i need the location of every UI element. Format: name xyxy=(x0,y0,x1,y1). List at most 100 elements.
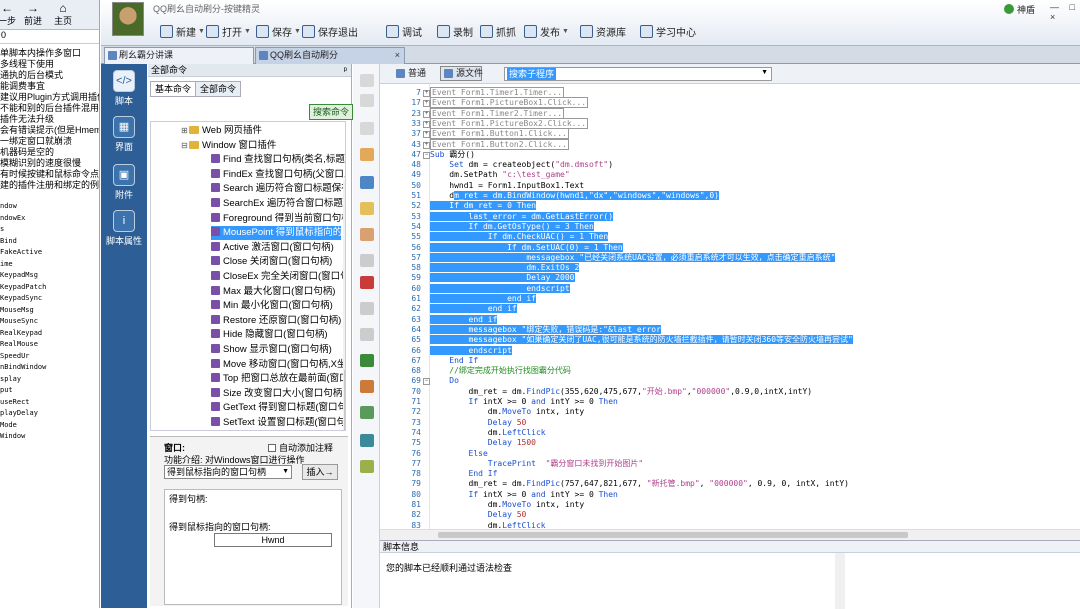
code-line[interactable]: End If xyxy=(430,469,498,479)
code-line[interactable]: dm.MoveTo intx, inty xyxy=(430,500,584,510)
publish-button[interactable]: 发布 ▼ xyxy=(524,22,569,40)
strip-tool-icon[interactable] xyxy=(360,302,374,315)
tree-command-item[interactable]: Find 查找窗口句柄(类名,标题) xyxy=(211,153,345,167)
strip-tool-icon[interactable] xyxy=(360,460,374,473)
resource-button[interactable]: 资源库 xyxy=(580,22,626,40)
code-line[interactable]: //绑定完成开始执行找图霸分代码 xyxy=(430,366,571,376)
tree-vertical-scrollbar[interactable] xyxy=(343,180,345,430)
code-line[interactable]: Delay 2000 xyxy=(430,273,575,283)
scroll-thumb[interactable] xyxy=(438,532,908,538)
code-line[interactable]: Sub 霸分() xyxy=(430,150,475,160)
help-list-item[interactable]: 单脚本内操作多窗口 xyxy=(0,48,99,59)
fold-toggle-icon[interactable]: − xyxy=(423,378,430,386)
tree-command-item[interactable]: Search 遍历符合窗口标题保存 xyxy=(211,182,345,196)
window-controls[interactable]: — □ × xyxy=(1050,2,1080,22)
api-list-item[interactable]: KeypadSync xyxy=(0,293,99,305)
code-line[interactable]: End If xyxy=(430,356,478,366)
code-line[interactable]: dm.LeftClick xyxy=(430,428,546,438)
help-list-item[interactable]: 建议用Plugin方式调用插件 xyxy=(0,92,99,103)
api-list-item[interactable]: ime xyxy=(0,259,99,271)
save-button[interactable]: 保存 ▼ xyxy=(256,22,301,40)
sidebar-item-interface[interactable]: ▦ 界面 xyxy=(105,116,143,153)
hwnd-input[interactable]: Hwnd xyxy=(214,533,332,547)
api-list-item[interactable]: KeypadPatch xyxy=(0,282,99,294)
api-list-item[interactable]: FakeActive xyxy=(0,247,99,259)
expand-toggle-icon[interactable]: ⊞ xyxy=(181,124,189,138)
tree-command-item[interactable]: Size 改变窗口大小(窗口句柄,宽 xyxy=(211,387,345,401)
help-list-item[interactable]: 机器码是空的 xyxy=(0,147,99,158)
editor-horizontal-scrollbar[interactable] xyxy=(380,529,1080,540)
expand-toggle-icon[interactable]: ⊟ xyxy=(181,139,189,153)
tree-command-item[interactable]: Move 移动窗口(窗口句柄,X坐标 xyxy=(211,358,345,372)
code-line[interactable]: dm_ret = dm.FindPic(757,647,821,677, "新托… xyxy=(430,479,849,489)
strip-tool-icon[interactable] xyxy=(360,228,374,241)
strip-tool-icon[interactable] xyxy=(360,74,374,87)
code-line[interactable]: endscript xyxy=(430,283,570,294)
strip-tool-icon[interactable] xyxy=(360,202,374,215)
open-folder-button[interactable]: 打开 ▼ xyxy=(206,22,251,40)
api-list-item[interactable]: Bind xyxy=(0,236,99,248)
tree-command-item[interactable]: Min 最小化窗口(窗口句柄) xyxy=(211,299,341,313)
tab-lecture[interactable]: 刷幺霸分讲课 xyxy=(104,47,254,64)
tree-command-item[interactable]: CloseEx 完全关闭窗口(窗口句 xyxy=(211,270,345,284)
tree-command-item[interactable]: FindEx 查找窗口句柄(父窗口,子 xyxy=(211,168,345,182)
strip-tool-icon[interactable] xyxy=(360,148,374,161)
code-line[interactable]: end if xyxy=(430,314,498,325)
chevron-down-icon[interactable]: ▼ xyxy=(562,28,569,35)
help-list-item[interactable]: 会有错误提示(但是HmemDC xyxy=(0,125,99,136)
tree-command-item[interactable]: Foreground 得到当前窗口句柄 xyxy=(211,212,345,226)
fold-toggle-icon[interactable]: + xyxy=(423,120,430,128)
tree-command-item[interactable]: MousePoint 得到鼠标指向的窗 xyxy=(211,226,345,241)
api-list-item[interactable]: s xyxy=(0,224,99,236)
help-list-item[interactable]: 插件无法升级 xyxy=(0,114,99,125)
strip-tool-icon[interactable] xyxy=(360,94,374,107)
code-line[interactable]: dm.LeftClick xyxy=(430,521,546,529)
api-list-item[interactable]: MouseSync xyxy=(0,316,99,328)
code-line[interactable]: last_error = dm.GetLastError() xyxy=(430,211,614,222)
capture-button[interactable]: 抓抓 xyxy=(480,22,516,40)
tree-command-item[interactable]: SearchEx 遍历符合窗口标题保 xyxy=(211,197,345,211)
code-line[interactable]: Delay 50 xyxy=(430,510,527,520)
api-list-item[interactable]: RealMouse xyxy=(0,339,99,351)
api-list-item[interactable]: MouseMsg xyxy=(0,305,99,317)
code-line[interactable]: hwnd1 = Form1.InputBox1.Text xyxy=(430,181,584,191)
tree-command-item[interactable]: Close 关闭窗口(窗口句柄) xyxy=(211,255,341,269)
tree-command-item[interactable]: Hide 隐藏窗口(窗口句柄) xyxy=(211,328,341,342)
help-icon[interactable] xyxy=(1004,4,1014,14)
strip-tool-icon[interactable] xyxy=(360,122,374,135)
strip-tool-icon[interactable] xyxy=(360,434,374,447)
api-list-item[interactable]: playDelay xyxy=(0,408,99,420)
code-line[interactable]: messagebox "已经关闭系统UAC设置，必须重启系统才可以生效，点击确定… xyxy=(430,252,836,263)
api-list-item[interactable]: SpeedUr xyxy=(0,351,99,363)
api-list-item[interactable]: RealKeypad xyxy=(0,328,99,340)
fold-toggle-icon[interactable]: + xyxy=(423,131,430,139)
insert-button[interactable]: 插入→ xyxy=(302,464,338,480)
home-button[interactable]: ⌂ 主页 xyxy=(50,2,76,27)
pin-icon[interactable]: ᵖ xyxy=(344,64,347,77)
fold-toggle-icon[interactable]: + xyxy=(423,141,430,149)
save-exit-button[interactable]: 保存退出 xyxy=(302,22,358,40)
api-list-item[interactable]: ndow xyxy=(0,201,99,213)
api-list-item[interactable]: Window xyxy=(0,431,99,443)
tab-basic-commands[interactable]: 基本命令 xyxy=(150,81,197,97)
code-line[interactable]: If intX >= 0 and intY >= 0 Then xyxy=(430,490,618,500)
command-select[interactable]: 得到鼠标指向的窗口句柄 ▼ xyxy=(164,465,292,479)
fold-toggle-icon[interactable]: + xyxy=(423,100,430,108)
help-list-item[interactable]: 不能和别的后台插件混用 xyxy=(0,103,99,114)
fold-toggle-icon[interactable]: − xyxy=(423,151,430,159)
output-scrollbar[interactable] xyxy=(835,553,845,609)
normal-view-button[interactable]: 普通 xyxy=(394,67,426,81)
strip-tool-icon[interactable] xyxy=(360,380,374,393)
checkbox-icon[interactable] xyxy=(268,444,276,452)
help-list-item[interactable]: 模糊识别的速度很慢 xyxy=(0,158,99,169)
fold-toggle-icon[interactable]: + xyxy=(423,110,430,118)
code-area[interactable]: Event Form1.Timer1.Timer... Event Form1.P… xyxy=(430,84,1070,529)
code-line[interactable]: dm.MoveTo intx, inty xyxy=(430,407,584,417)
code-line[interactable]: If dm.SetUAC(0) = 1 Then xyxy=(430,242,623,253)
code-line[interactable]: endscript xyxy=(430,345,512,356)
tree-command-item[interactable]: Show 显示窗口(窗口句柄) xyxy=(211,343,341,357)
tab-auto-score[interactable]: QQ刷幺自动刷分 × xyxy=(255,47,405,64)
strip-tool-icon[interactable] xyxy=(360,354,374,367)
user-avatar[interactable] xyxy=(112,2,144,36)
help-list-item[interactable]: 通执的后台模式 xyxy=(0,70,99,81)
